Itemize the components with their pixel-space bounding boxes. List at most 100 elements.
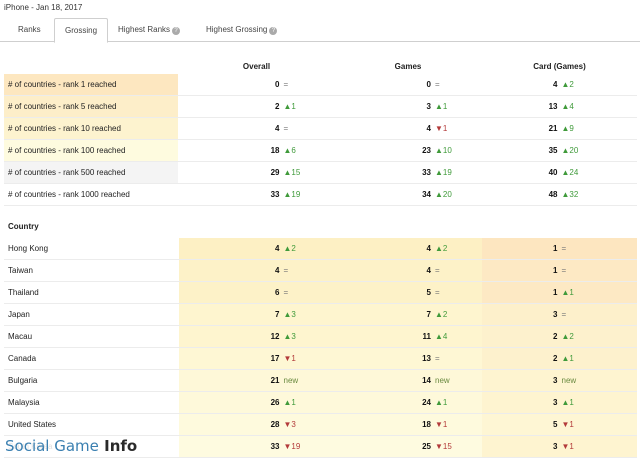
row-label: United States bbox=[8, 420, 57, 429]
table-cell: 18 ▼1 bbox=[384, 414, 482, 435]
row-label: # of countries - rank 100 reached bbox=[4, 140, 178, 161]
table-cell: 33 ▲19 bbox=[179, 184, 384, 205]
country-row: Bulgaria 21 new 14 new 3 new bbox=[4, 370, 637, 392]
cell-delta: ▲2 bbox=[561, 80, 574, 89]
cell-delta: ▲19 bbox=[435, 168, 452, 177]
cell-value: 7 bbox=[275, 310, 280, 319]
cell-value: 3 bbox=[553, 376, 558, 385]
row-label: Thailand bbox=[8, 288, 39, 297]
row-label: Macau bbox=[8, 332, 33, 341]
table-cell: 24 ▲1 bbox=[384, 392, 482, 413]
table-cell: 23 ▲10 bbox=[384, 140, 482, 161]
cell-delta: ▲1 bbox=[435, 398, 448, 407]
table-cell: 34 ▲20 bbox=[384, 184, 482, 205]
cell-value: 4 bbox=[426, 244, 431, 253]
help-icon[interactable]: ? bbox=[172, 27, 181, 35]
country-row: Hong Kong 4 ▲2 4 ▲2 1 = bbox=[4, 238, 637, 260]
tab-ranks-label: Ranks bbox=[18, 25, 41, 34]
table-cell: 11 ▲4 bbox=[384, 326, 482, 347]
cell-value: 6 bbox=[275, 288, 280, 297]
cell-value: 25 bbox=[422, 442, 431, 451]
table-cell: 4 ▼1 bbox=[384, 118, 482, 139]
table-cell: 2 ▲2 bbox=[482, 326, 637, 347]
country-row: Taiwan 4 = 4 = 1 = bbox=[4, 260, 637, 282]
cell-value: 0 bbox=[275, 80, 280, 89]
date-label: iPhone - Jan 18, 2017 bbox=[4, 3, 83, 12]
cell-value: 4 bbox=[426, 266, 431, 275]
cell-value: 33 bbox=[270, 442, 280, 451]
country-section-header: Country bbox=[4, 216, 637, 238]
cell-value: 4 bbox=[275, 124, 280, 133]
tab-ranks[interactable]: Ranks bbox=[8, 18, 51, 42]
cell-delta: ▼1 bbox=[283, 354, 296, 363]
tab-highest-ranks-label: Highest Ranks bbox=[118, 25, 171, 34]
cell-delta: ▲4 bbox=[561, 102, 574, 111]
cell-value: 4 bbox=[553, 80, 558, 89]
table-cell: 3 ▼1 bbox=[482, 436, 637, 457]
table-cell: 40 ▲24 bbox=[482, 162, 637, 183]
cell-value: 29 bbox=[270, 168, 280, 177]
tab-highest-ranks[interactable]: Highest Ranks? bbox=[108, 18, 190, 42]
summary-row: # of countries - rank 500 reached 29 ▲15 33… bbox=[4, 162, 637, 184]
tab-highest-grossing[interactable]: Highest Grossing? bbox=[196, 18, 287, 42]
cell-delta: ▲20 bbox=[561, 146, 579, 155]
cell-value: 13 bbox=[422, 354, 431, 363]
watermark: Social Game Info bbox=[3, 437, 140, 457]
cell-value: 18 bbox=[270, 146, 280, 155]
cell-value: 23 bbox=[422, 146, 431, 155]
table-cell: 4 ▲2 bbox=[482, 74, 637, 95]
cell-delta: = bbox=[435, 288, 440, 297]
cell-delta: ▲1 bbox=[435, 102, 448, 111]
cell-delta: = bbox=[283, 266, 289, 275]
cell-value: 18 bbox=[422, 420, 431, 429]
country-row: United States 28 ▼3 18 ▼1 5 ▼1 bbox=[4, 414, 637, 436]
cell-delta: ▲19 bbox=[283, 190, 301, 199]
row-label: # of countries - rank 5 reached bbox=[4, 96, 178, 117]
cell-delta: ▲3 bbox=[283, 310, 296, 319]
cell-value: 1 bbox=[553, 244, 558, 253]
cell-delta: ▼15 bbox=[435, 442, 452, 451]
table-cell: 4 ▲2 bbox=[179, 238, 384, 259]
table-cell: 0 = bbox=[179, 74, 384, 95]
cell-delta: ▼1 bbox=[561, 442, 574, 451]
cell-delta: = bbox=[435, 266, 440, 275]
table-cell: 0 = bbox=[384, 74, 482, 95]
country-row: Malaysia 26 ▲1 24 ▲1 3 ▲1 bbox=[4, 392, 637, 414]
table-cell: 4 = bbox=[384, 260, 482, 281]
summary-row: # of countries - rank 5 reached 2 ▲1 3 ▲1 13 ▲… bbox=[4, 96, 637, 118]
cell-delta: ▲1 bbox=[283, 398, 296, 407]
cell-value: 4 bbox=[275, 266, 280, 275]
table-cell: 1 = bbox=[482, 260, 637, 281]
cell-value: 17 bbox=[270, 354, 280, 363]
cell-value: 40 bbox=[548, 168, 558, 177]
table-cell: 3 ▲1 bbox=[384, 96, 482, 117]
table-cell: 13 ▲4 bbox=[482, 96, 637, 117]
help-icon[interactable]: ? bbox=[269, 27, 278, 35]
table-cell: 29 ▲15 bbox=[179, 162, 384, 183]
table-cell: 1 = bbox=[482, 238, 637, 259]
cell-delta: new bbox=[435, 376, 450, 385]
country-row: Thailand 6 = 5 = 1 ▲1 bbox=[4, 282, 637, 304]
cell-value: 3 bbox=[553, 442, 558, 451]
cell-delta: = bbox=[561, 244, 567, 253]
cell-value: 21 bbox=[548, 124, 558, 133]
summary-row: # of countries - rank 1 reached 0 = 0 = 4 ▲2 bbox=[4, 74, 637, 96]
table-cell: 33 ▲19 bbox=[384, 162, 482, 183]
tab-highest-grossing-label: Highest Grossing bbox=[206, 25, 268, 34]
cell-delta: new bbox=[283, 376, 299, 385]
cell-value: 34 bbox=[422, 190, 431, 199]
tab-grossing[interactable]: Grossing bbox=[54, 18, 109, 43]
row-label: Canada bbox=[8, 354, 37, 363]
cell-delta: ▲1 bbox=[561, 398, 574, 407]
table-cell: 33 ▼19 bbox=[179, 436, 384, 457]
cell-delta: = bbox=[561, 310, 567, 319]
table-cell: 12 ▲3 bbox=[179, 326, 384, 347]
cell-value: 5 bbox=[426, 288, 431, 297]
cell-delta: ▲2 bbox=[435, 310, 448, 319]
cell-delta: = bbox=[283, 288, 289, 297]
cell-value: 14 bbox=[422, 376, 431, 385]
cell-value: 1 bbox=[553, 266, 558, 275]
cell-delta: ▲2 bbox=[435, 244, 448, 253]
table-cell: 48 ▲32 bbox=[482, 184, 637, 205]
cell-value: 4 bbox=[426, 124, 431, 133]
